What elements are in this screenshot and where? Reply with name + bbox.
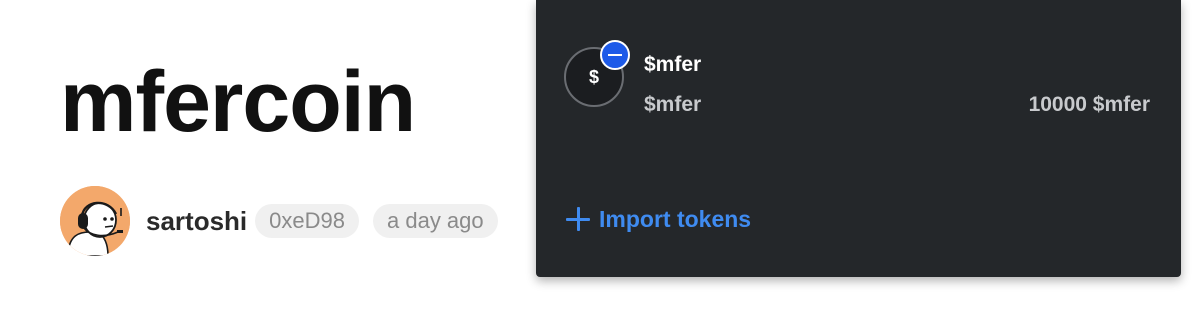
- token-balance: 10000 $mfer: [1028, 93, 1150, 116]
- byline: sartoshi 0xeD98 a day ago: [60, 185, 498, 257]
- timestamp-badge: a day ago: [373, 204, 498, 238]
- author-address-badge[interactable]: 0xeD98: [255, 204, 359, 238]
- avatar-illustration: [60, 186, 130, 256]
- page-title: mfercoin: [60, 54, 416, 150]
- wallet-popup: $ $mfer $mfer 10000 $mfer Import tokens: [536, 0, 1181, 277]
- token-row[interactable]: $ $mfer $mfer 10000 $mfer: [564, 40, 1154, 130]
- avatar[interactable]: [60, 186, 130, 256]
- token-symbol: $mfer: [644, 53, 702, 76]
- import-tokens-label: Import tokens: [599, 205, 752, 232]
- author-name[interactable]: sartoshi: [146, 206, 247, 237]
- import-tokens-link[interactable]: Import tokens: [566, 202, 751, 236]
- page: mfercoin sartoshi 0xeD98 a day ago $ $mf…: [0, 0, 1200, 313]
- token-name: $mfer: [644, 93, 702, 116]
- plus-icon: [566, 207, 590, 231]
- remove-icon[interactable]: [600, 40, 630, 70]
